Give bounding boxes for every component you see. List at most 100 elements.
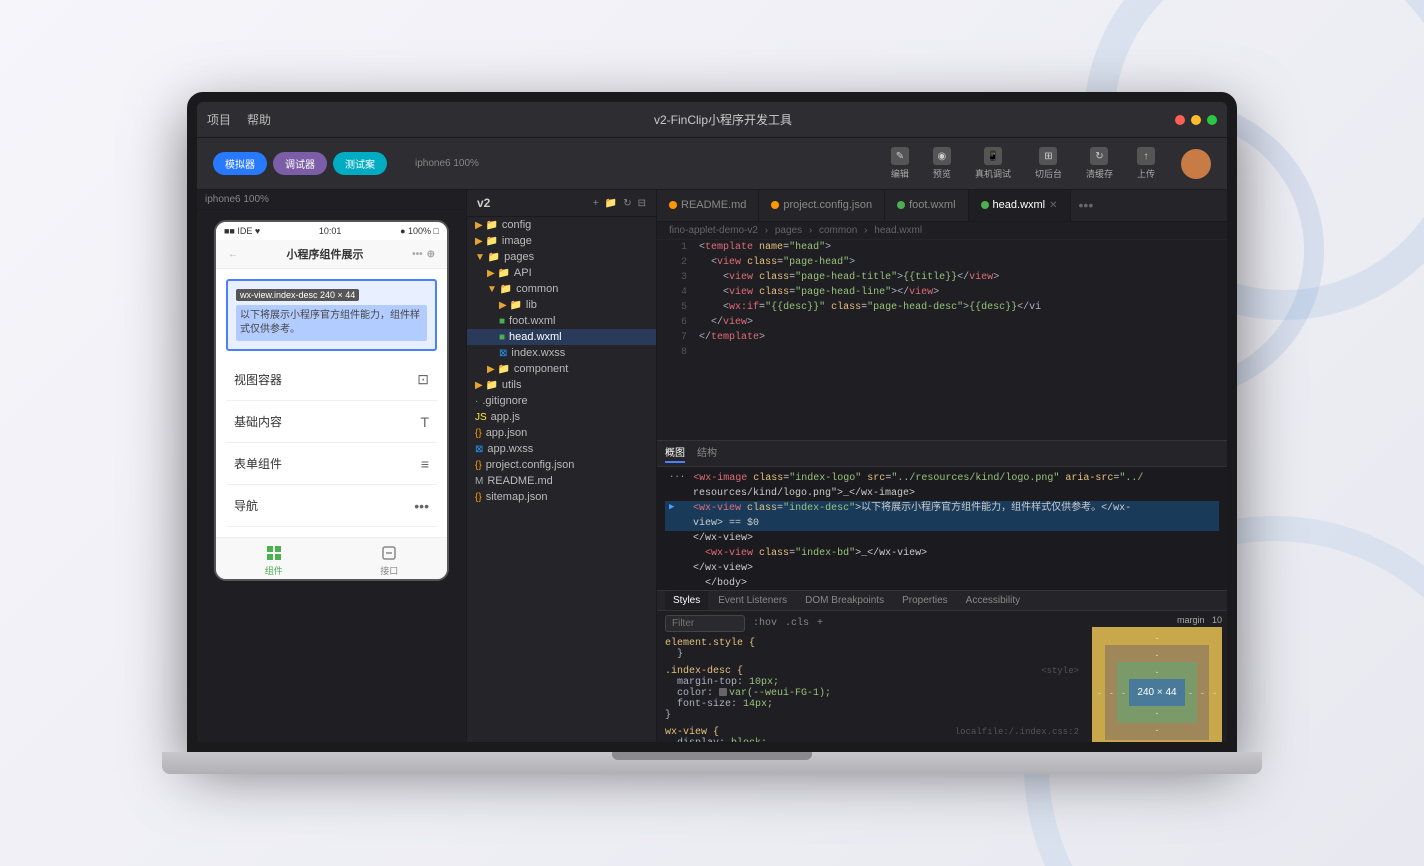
html-tab-overview[interactable]: 概图 <box>665 444 685 463</box>
menu-project[interactable]: 项目 <box>207 111 231 128</box>
tab-close-icon[interactable]: ✕ <box>1049 200 1057 211</box>
component-nav[interactable]: 导航 ••• <box>226 485 437 527</box>
background-icon: ⊞ <box>1039 147 1057 165</box>
styles-tab-styles[interactable]: Styles <box>665 591 708 610</box>
folder-icon: ▶ 📁 <box>475 220 498 231</box>
nav-back[interactable]: ← <box>228 249 238 260</box>
tab-readme[interactable]: README.md <box>657 190 759 221</box>
tree-head-wxml[interactable]: ■ head.wxml <box>467 329 656 345</box>
breadcrumb-0[interactable]: fino-applet-demo-v2 <box>669 225 758 236</box>
maximize-button[interactable] <box>1207 115 1217 125</box>
border-bottom-value: - <box>1110 725 1204 735</box>
tree-component[interactable]: ▶ 📁 component <box>467 361 656 377</box>
bottom-nav-components[interactable]: 组件 <box>216 544 332 577</box>
pseudo-cls[interactable]: .cls <box>785 618 809 629</box>
html-line: resources/kind/logo.png">_</wx-image> <box>665 486 1219 501</box>
action-background[interactable]: ⊞ 切后台 <box>1027 145 1070 182</box>
action-real-debug[interactable]: 📱 真机调试 <box>967 145 1019 182</box>
tree-readme[interactable]: M README.md <box>467 473 656 489</box>
menu-help[interactable]: 帮助 <box>247 111 271 128</box>
styles-tab-event[interactable]: Event Listeners <box>710 591 795 610</box>
code-editor: README.md project.config.json foot.wxml <box>657 190 1227 742</box>
tree-app-js[interactable]: JS app.js <box>467 409 656 425</box>
tree-project-config[interactable]: {} project.config.json <box>467 457 656 473</box>
tree-lib[interactable]: ▶ 📁 lib <box>467 297 656 313</box>
close-button[interactable] <box>1175 115 1185 125</box>
action-clear-cache[interactable]: ↻ 清缓存 <box>1078 145 1121 182</box>
line-marker <box>669 531 685 546</box>
pseudo-hov[interactable]: :hov <box>753 618 777 629</box>
box-model: margin 10 - - <box>1092 615 1222 742</box>
styles-tab-properties[interactable]: Properties <box>894 591 956 610</box>
tree-app-json[interactable]: {} app.json <box>467 425 656 441</box>
action-upload[interactable]: ↑ 上传 <box>1129 145 1163 182</box>
action-edit[interactable]: ✎ 编辑 <box>883 145 917 182</box>
styles-tab-accessibility[interactable]: Accessibility <box>958 591 1028 610</box>
styles-filter: :hov .cls + <box>665 615 1079 632</box>
phone-panel-header: iphone6 100% <box>197 190 466 210</box>
new-folder-icon[interactable]: 📁 <box>605 198 617 209</box>
breadcrumb-1[interactable]: pages <box>775 225 802 236</box>
minimize-button[interactable] <box>1191 115 1201 125</box>
styles-prop-display: display: block; <box>677 738 1079 742</box>
nav-more[interactable]: ••• <box>412 249 423 260</box>
tab-type-indicator <box>981 201 989 209</box>
styles-filter-input[interactable] <box>665 615 745 632</box>
component-label-3: 导航 <box>234 497 258 514</box>
tree-label: head.wxml <box>509 331 562 343</box>
new-file-icon[interactable]: + <box>593 198 599 209</box>
code-line: 2 <view class="page-head"> <box>657 255 1227 270</box>
tree-index-wxss[interactable]: ⊠ index.wxss <box>467 345 656 361</box>
json-icon: {} <box>475 460 482 471</box>
component-basic-content[interactable]: 基础内容 T <box>226 401 437 443</box>
styles-tab-dom[interactable]: DOM Breakpoints <box>797 591 892 610</box>
html-tab-structure[interactable]: 结构 <box>697 444 717 463</box>
breadcrumb-2[interactable]: common <box>819 225 857 236</box>
tree-label: index.wxss <box>511 347 565 359</box>
html-line: </wx-view> <box>665 561 1219 576</box>
border-right-value: - <box>1201 688 1204 698</box>
breadcrumb-3[interactable]: head.wxml <box>874 225 922 236</box>
html-line-highlighted-2: view> == $0 <box>665 516 1219 531</box>
tab-more-icon[interactable]: ••• <box>1071 190 1102 221</box>
action-preview[interactable]: ◉ 预览 <box>925 145 959 182</box>
component-label-0: 视图容器 <box>234 371 282 388</box>
tab-project-config[interactable]: project.config.json <box>759 190 885 221</box>
component-form[interactable]: 表单组件 ≡ <box>226 443 437 485</box>
add-style-rule[interactable]: + <box>817 618 823 629</box>
component-view-container[interactable]: 视图容器 ⊡ <box>226 359 437 401</box>
collapse-icon[interactable]: ⊟ <box>638 198 646 209</box>
line-content: <wx:if="{{desc}}" class="page-head-desc"… <box>699 300 1041 315</box>
background-label: 切后台 <box>1035 167 1062 180</box>
bottom-nav-api[interactable]: 接口 <box>332 544 448 577</box>
simulator-button[interactable]: 模拟器 <box>213 152 267 175</box>
folder-icon: ▶ 📁 <box>475 380 498 391</box>
component-icon-1: T <box>420 414 429 430</box>
nav-add[interactable]: ⊕ <box>427 249 435 260</box>
refresh-icon[interactable]: ↻ <box>623 198 631 209</box>
upload-label: 上传 <box>1137 167 1155 180</box>
tree-common[interactable]: ▼ 📁 common <box>467 281 656 297</box>
tree-label: API <box>514 267 532 279</box>
breadcrumb-sep-2: › <box>864 225 867 236</box>
tab-head-wxml[interactable]: head.wxml ✕ <box>969 190 1071 221</box>
tree-foot-wxml[interactable]: ■ foot.wxml <box>467 313 656 329</box>
tree-gitignore[interactable]: · .gitignore <box>467 393 656 409</box>
user-avatar[interactable] <box>1181 149 1211 179</box>
tree-label: lib <box>526 299 537 311</box>
tree-api[interactable]: ▶ 📁 API <box>467 265 656 281</box>
tree-image[interactable]: ▶ 📁 image <box>467 233 656 249</box>
real-debug-label: 真机调试 <box>975 167 1011 180</box>
tab-foot-wxml[interactable]: foot.wxml <box>885 190 968 221</box>
tree-config[interactable]: ▶ 📁 config <box>467 217 656 233</box>
tree-app-wxss[interactable]: ⊠ app.wxss <box>467 441 656 457</box>
tree-pages[interactable]: ▼ 📁 pages <box>467 249 656 265</box>
html-line: ··· <wx-image class="index-logo" src="..… <box>665 471 1219 486</box>
test-button[interactable]: 测试案 <box>333 152 387 175</box>
clear-cache-icon: ↻ <box>1090 147 1108 165</box>
tree-sitemap[interactable]: {} sitemap.json <box>467 489 656 505</box>
tree-utils[interactable]: ▶ 📁 utils <box>467 377 656 393</box>
device-info: iphone6 100% <box>407 156 487 171</box>
debugger-button[interactable]: 调试器 <box>273 152 327 175</box>
file-icon: · <box>475 396 478 407</box>
